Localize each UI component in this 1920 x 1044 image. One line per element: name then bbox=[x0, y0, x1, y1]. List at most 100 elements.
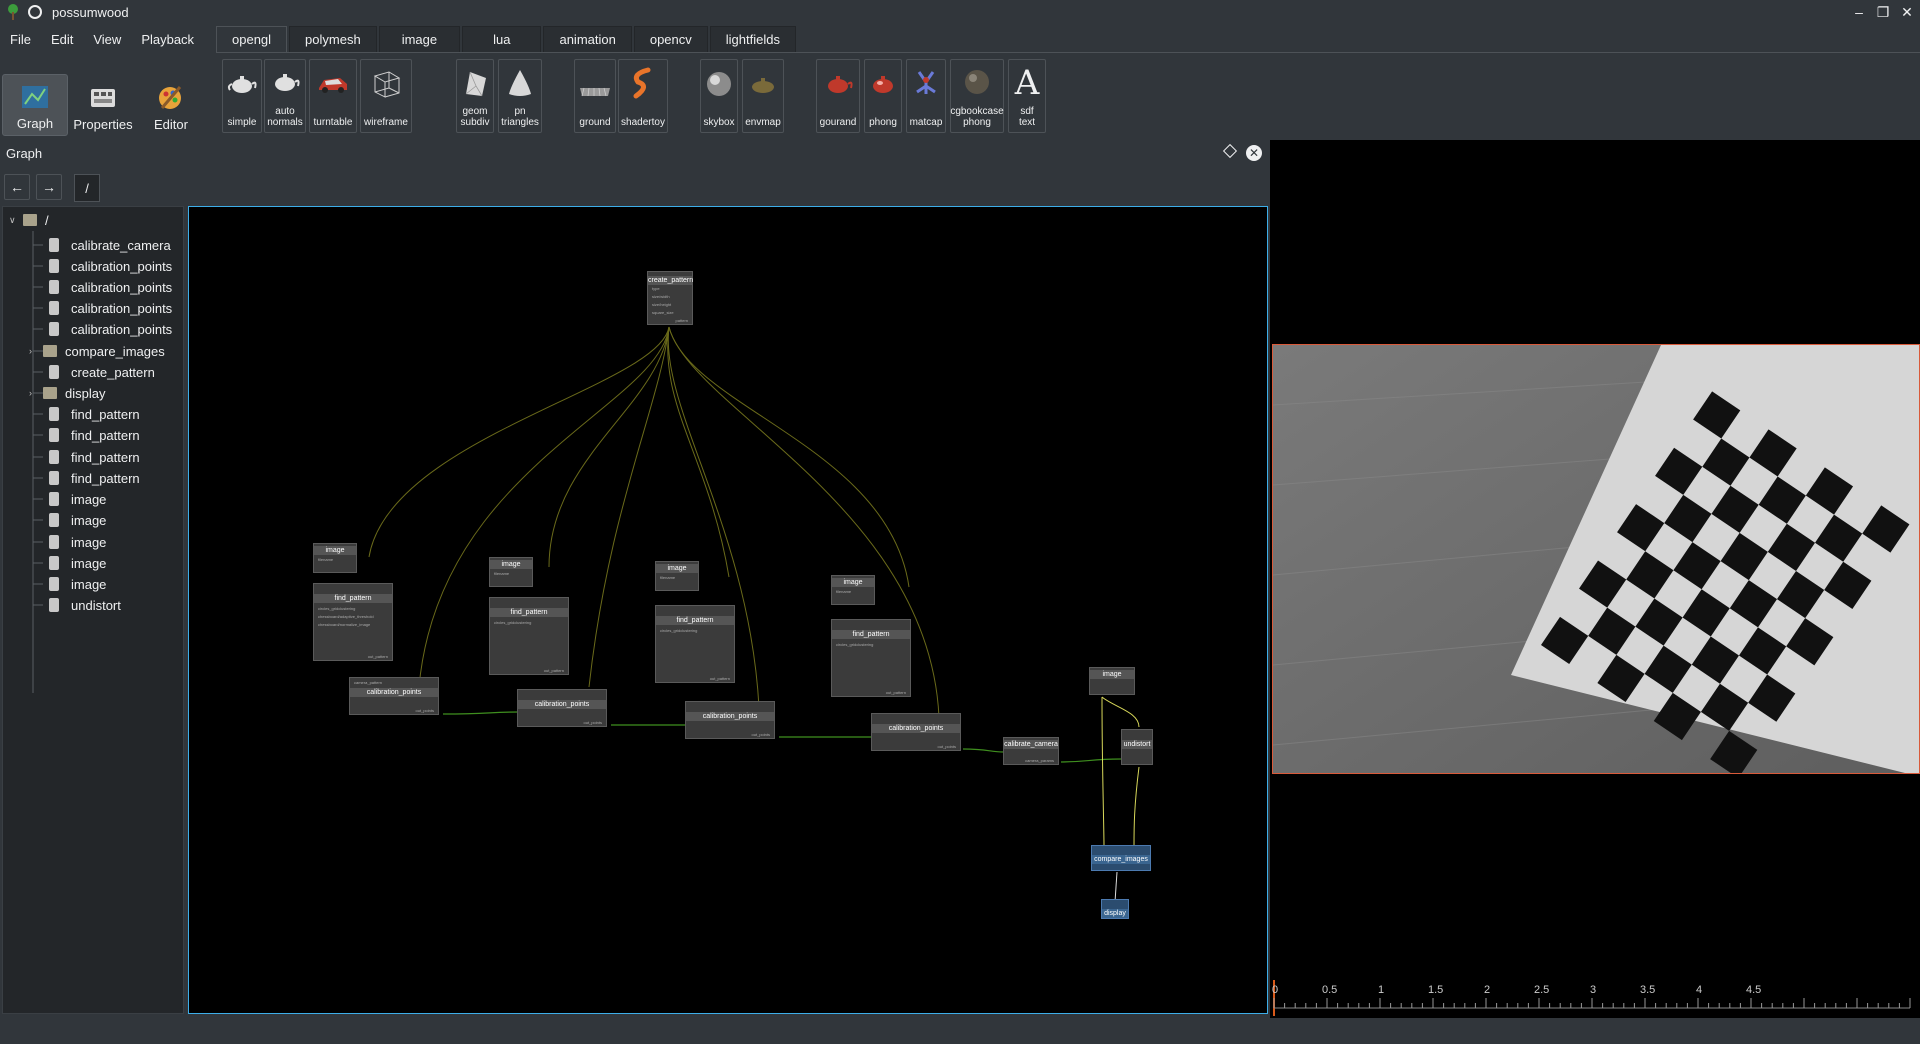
tree-item[interactable]: find_pattern bbox=[49, 467, 140, 489]
tab-lua[interactable]: lua bbox=[462, 26, 542, 52]
menu-view[interactable]: View bbox=[83, 32, 131, 47]
node-port[interactable]: out_points bbox=[416, 708, 434, 713]
tool-envmap[interactable]: envmap bbox=[742, 59, 784, 133]
node-port[interactable]: filename bbox=[836, 589, 851, 594]
tool-cgbookcase-phong[interactable]: cgbookcase phong bbox=[950, 59, 1004, 133]
node-port[interactable]: circles_gridclustering bbox=[660, 628, 697, 633]
tree-item[interactable]: image bbox=[49, 531, 106, 553]
expand-icon[interactable]: › bbox=[29, 388, 39, 398]
node-image[interactable]: image filename bbox=[489, 557, 533, 587]
tree-item[interactable]: › display bbox=[29, 382, 105, 404]
tool-geom-subdiv[interactable]: geom subdiv bbox=[456, 59, 494, 133]
minimize-button[interactable]: – bbox=[1848, 2, 1870, 22]
tool-sdf-text[interactable]: A sdf text bbox=[1008, 59, 1046, 133]
tree-item[interactable]: image bbox=[49, 552, 106, 574]
tab-animation[interactable]: animation bbox=[543, 26, 632, 52]
node-port[interactable]: pattern bbox=[676, 318, 688, 323]
tool-pn-triangles[interactable]: pn triangles bbox=[498, 59, 542, 133]
node-undistort[interactable]: undistort bbox=[1121, 729, 1153, 765]
node-calibration-points[interactable]: calibration_points out_points bbox=[685, 701, 775, 739]
node-port[interactable]: filename bbox=[660, 575, 675, 580]
maximize-button[interactable]: ❐ bbox=[1872, 2, 1894, 22]
collapse-icon[interactable]: ∨ bbox=[9, 215, 19, 226]
node-port[interactable]: camera_pattern bbox=[354, 680, 382, 685]
tree-item[interactable]: calibration_points bbox=[49, 297, 172, 319]
node-port[interactable]: filename bbox=[494, 571, 509, 576]
tree-item[interactable]: find_pattern bbox=[49, 446, 140, 468]
tree-item[interactable]: undistort bbox=[49, 594, 121, 616]
node-port[interactable]: size/height bbox=[652, 302, 671, 307]
node-port[interactable]: circles_gridclustering bbox=[318, 606, 355, 611]
node-port[interactable]: out_points bbox=[938, 744, 956, 749]
tree-item[interactable]: calibrate_camera bbox=[49, 234, 171, 256]
node-display[interactable]: display bbox=[1101, 899, 1129, 919]
node-calibrate-camera[interactable]: calibrate_camera camera_params bbox=[1003, 737, 1059, 765]
node-image[interactable]: image filename bbox=[313, 543, 357, 573]
expand-icon[interactable]: › bbox=[29, 346, 39, 356]
tree-item[interactable]: find_pattern bbox=[49, 403, 140, 425]
node-create-pattern[interactable]: create_pattern type size/width size/heig… bbox=[647, 271, 693, 325]
node-compare-images[interactable]: compare_images bbox=[1091, 845, 1151, 871]
tab-opencv[interactable]: opencv bbox=[633, 26, 708, 52]
tool-skybox[interactable]: skybox bbox=[700, 59, 738, 133]
tab-lightfields[interactable]: lightfields bbox=[709, 26, 796, 52]
editor-mode-button[interactable]: Editor bbox=[138, 74, 204, 136]
tree-item[interactable]: calibration_points bbox=[49, 318, 172, 340]
tool-wireframe[interactable]: wireframe bbox=[360, 59, 412, 133]
back-button[interactable]: ← bbox=[4, 174, 30, 200]
node-graph-canvas[interactable]: create_pattern type size/width size/heig… bbox=[188, 206, 1268, 1014]
menu-playback[interactable]: Playback bbox=[131, 32, 204, 47]
tree-item[interactable]: create_pattern bbox=[49, 361, 155, 383]
path-field[interactable]: / bbox=[74, 174, 100, 202]
timeline[interactable]: 0 0.5 1 1.5 2 2.5 3 3.5 4 4.5 bbox=[1270, 978, 1920, 1018]
node-port[interactable]: chessboard/adaptive_threshold bbox=[318, 614, 374, 619]
tool-matcap[interactable]: matcap bbox=[906, 59, 946, 133]
node-image[interactable]: image filename bbox=[655, 561, 699, 591]
node-find-pattern[interactable]: find_pattern circles_gridclustering out_… bbox=[655, 605, 735, 683]
tool-phong[interactable]: phong bbox=[864, 59, 902, 133]
node-calibration-points[interactable]: calibration_points out_points bbox=[517, 689, 607, 727]
tab-polymesh[interactable]: polymesh bbox=[289, 26, 377, 52]
menu-file[interactable]: File bbox=[0, 32, 41, 47]
properties-mode-button[interactable]: Properties bbox=[70, 74, 136, 136]
dock-close-button[interactable]: ✕ bbox=[1246, 145, 1262, 161]
tree-item[interactable]: find_pattern bbox=[49, 424, 140, 446]
node-port[interactable]: filename bbox=[318, 557, 333, 562]
forward-button[interactable]: → bbox=[36, 174, 62, 200]
node-port[interactable]: camera_params bbox=[1025, 758, 1054, 763]
tool-turntable[interactable]: turntable bbox=[309, 59, 357, 133]
tree-item[interactable]: calibration_points bbox=[49, 255, 172, 277]
node-port[interactable]: out_pattern bbox=[710, 676, 730, 681]
dock-float-icon[interactable] bbox=[1222, 143, 1238, 159]
tool-gourand[interactable]: gourand bbox=[816, 59, 860, 133]
node-port[interactable]: square_size bbox=[652, 310, 674, 315]
node-calibration-points[interactable]: calibration_points out_points bbox=[871, 713, 961, 751]
node-port[interactable]: size/width bbox=[652, 294, 670, 299]
node-find-pattern[interactable]: find_pattern circles_gridclustering out_… bbox=[489, 597, 569, 675]
node-port[interactable]: out_pattern bbox=[544, 668, 564, 673]
node-port[interactable]: circles_gridclustering bbox=[836, 642, 873, 647]
node-port[interactable]: circles_gridclustering bbox=[494, 620, 531, 625]
menu-edit[interactable]: Edit bbox=[41, 32, 83, 47]
node-find-pattern[interactable]: find_pattern circles_gridclustering out_… bbox=[831, 619, 911, 697]
node-image[interactable]: image filename bbox=[831, 575, 875, 605]
node-image[interactable]: image bbox=[1089, 667, 1135, 695]
tree-item[interactable]: image bbox=[49, 488, 106, 510]
settings-icon[interactable] bbox=[28, 5, 42, 19]
tree-item[interactable]: › compare_images bbox=[29, 340, 165, 362]
tool-ground[interactable]: ground bbox=[574, 59, 616, 133]
node-port[interactable]: type bbox=[652, 286, 660, 291]
tool-shadertoy[interactable]: shadertoy bbox=[618, 59, 668, 133]
graph-mode-button[interactable]: Graph bbox=[2, 74, 68, 136]
tab-image[interactable]: image bbox=[378, 26, 461, 52]
tree-item[interactable]: image bbox=[49, 509, 106, 531]
tree-item[interactable]: calibration_points bbox=[49, 276, 172, 298]
close-window-button[interactable]: ✕ bbox=[1896, 2, 1918, 22]
node-calibration-points[interactable]: calibration_points camera_pattern out_po… bbox=[349, 677, 439, 715]
node-port[interactable]: out_points bbox=[584, 720, 602, 725]
node-port[interactable]: out_pattern bbox=[368, 654, 388, 659]
tool-auto-normals[interactable]: auto normals bbox=[264, 59, 306, 133]
tool-simple[interactable]: simple bbox=[222, 59, 262, 133]
node-find-pattern[interactable]: find_pattern circles_gridclustering ches… bbox=[313, 583, 393, 661]
node-port[interactable]: chessboard/normalize_image bbox=[318, 622, 370, 627]
